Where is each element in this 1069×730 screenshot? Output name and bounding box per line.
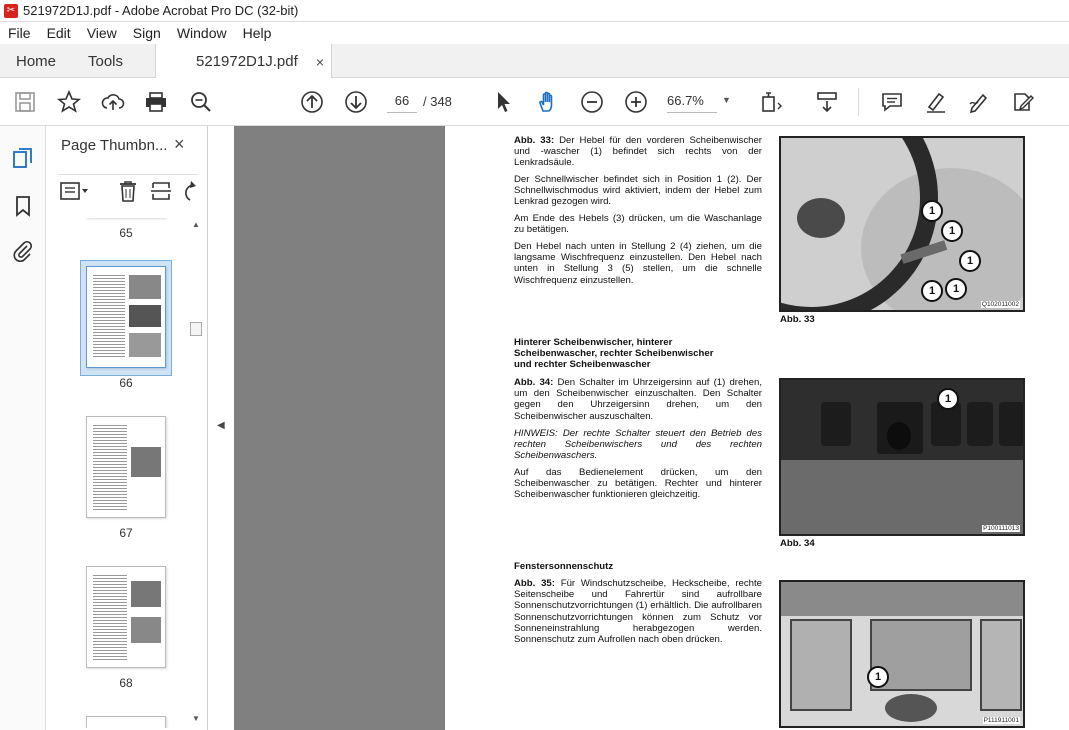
attachments-icon[interactable] (11, 239, 35, 263)
window-title: 521972D1J.pdf - Adobe Acrobat Pro DC (32… (23, 3, 299, 18)
thumbnail-scrollbar[interactable]: ▲ ▼ (189, 218, 203, 728)
acrobat-app-icon: ✂ (4, 3, 18, 18)
page-total: / 348 (423, 94, 452, 109)
tab-close-icon[interactable]: × (316, 54, 324, 70)
tab-document-label: 521972D1J.pdf (196, 53, 298, 70)
sign-icon[interactable] (967, 90, 991, 114)
thumbnail-label-68: 68 (119, 676, 133, 690)
thumbnail-page-69[interactable] (86, 716, 166, 728)
steering-wheel-illustration (781, 138, 1023, 310)
zoom-dropdown-icon[interactable]: ▼ (722, 95, 731, 105)
thumbnail-page-68[interactable] (86, 566, 166, 668)
thumbnail-page-67[interactable] (86, 416, 166, 518)
panel-close-icon[interactable]: × (174, 134, 185, 155)
page-up-icon[interactable] (300, 90, 324, 114)
title-bar: ✂ 521972D1J.pdf - Adobe Acrobat Pro DC (… (0, 0, 1069, 22)
abb33-paragraph-1: Abb. 33: Der Hebel für den vorderen Sche… (514, 135, 762, 169)
document-viewer[interactable]: Abb. 33: Der Hebel für den vorderen Sche… (234, 126, 1069, 730)
tab-home[interactable]: Home (16, 44, 56, 78)
figure-abb35-photo: 1 P111911001 (779, 580, 1025, 728)
thumbnail-label-65: 65 (119, 226, 133, 240)
abb33-paragraph-4: Den Hebel nach unten in Stellung 2 (4) z… (514, 241, 762, 286)
hinweis-note: HINWEIS: Der rechte Schalter steuert den… (514, 428, 762, 462)
menu-sign[interactable]: Sign (125, 25, 169, 41)
panel-toolbar (58, 174, 198, 202)
figure-abb34-code: P100111013 (982, 525, 1020, 532)
callout-1-sunshade: 1 (867, 666, 889, 688)
figure-abb33-photo: 1 1 1 1 1 Q102011002 (779, 136, 1025, 312)
collapse-panel-icon[interactable]: ◀ (217, 420, 225, 431)
left-nav-rail (0, 126, 46, 730)
figure-abb34-photo: 1 P100111013 (779, 378, 1025, 536)
switch-panel-illustration (781, 380, 1023, 534)
section-sunshade-heading: Fenstersonnenschutz (514, 561, 614, 572)
menu-bar: File Edit View Sign Window Help (0, 22, 1069, 44)
tab-bar: Home Tools 521972D1J.pdf × (0, 44, 1069, 79)
menu-help[interactable]: Help (235, 25, 280, 41)
abb34-paragraph-1: Abb. 34: Den Schalter im Uhrzeigersinn a… (514, 377, 762, 422)
comment-icon[interactable] (880, 90, 904, 114)
hand-icon[interactable] (536, 90, 560, 114)
extract-page-icon[interactable] (150, 180, 172, 207)
scrollbar-thumb[interactable] (190, 322, 202, 336)
abb34-paragraph-2: Auf das Bedienelement drücken, um den Sc… (514, 467, 762, 501)
thumbnail-options-icon[interactable] (60, 181, 90, 206)
callout-1e: 1 (945, 278, 967, 300)
abb33-paragraph-2: Der Schnellwischer befindet sich in Posi… (514, 174, 762, 208)
menu-window[interactable]: Window (169, 25, 235, 41)
bookmark-star-icon[interactable] (56, 89, 82, 114)
page-fit-icon[interactable] (760, 90, 784, 114)
menu-view[interactable]: View (79, 25, 125, 41)
upload-icon[interactable] (101, 90, 125, 114)
thumbnail-label-66: 66 (119, 376, 133, 390)
callout-1b: 1 (941, 220, 963, 242)
zoom-out-icon[interactable] (580, 90, 604, 114)
page-down-icon[interactable] (344, 90, 368, 114)
save-icon[interactable] (13, 90, 37, 114)
thumbnail-list: 65 66 67 68 (46, 218, 196, 728)
bookmarks-icon[interactable] (11, 194, 35, 218)
callout-1a: 1 (921, 200, 943, 222)
cab-sunshade-illustration (781, 582, 1023, 726)
toolbar-divider (858, 88, 859, 116)
print-icon[interactable] (144, 90, 168, 114)
zoom-level-input[interactable] (667, 89, 717, 113)
zoom-in-icon[interactable] (624, 90, 648, 114)
pdf-page: Abb. 33: Der Hebel für den vorderen Sche… (445, 126, 1069, 730)
select-cursor-icon[interactable] (492, 90, 516, 114)
panel-collapse-strip[interactable]: ◀ (208, 126, 234, 730)
abb33-paragraph-3: Am Ende des Hebels (3) drücken, um die W… (514, 213, 762, 236)
thumbnail-label-67: 67 (119, 526, 133, 540)
callout-1c: 1 (959, 250, 981, 272)
scroll-mode-icon[interactable] (815, 90, 839, 114)
figure-abb33-caption: Abb. 33 (780, 314, 815, 325)
menu-edit[interactable]: Edit (39, 25, 79, 41)
figure-abb35-code: P111911001 (982, 717, 1020, 724)
delete-page-icon[interactable] (118, 180, 138, 207)
section-rear-wiper-heading: Hinterer Scheibenwischer, hinterer Schei… (514, 337, 714, 371)
rotate-page-icon[interactable] (182, 180, 196, 207)
thumbnail-page-66[interactable] (86, 266, 166, 368)
callout-1d: 1 (921, 280, 943, 302)
abb35-paragraph-1: Abb. 35: Für Windschutzscheibe, Hecksche… (514, 578, 762, 646)
figure-abb33-code: Q102011002 (980, 301, 1020, 308)
thumbnail-panel: Page Thumbn... × 65 66 67 68 ▲ ▼ (46, 126, 208, 730)
zoom-search-icon[interactable] (189, 90, 213, 114)
tab-tools[interactable]: Tools (88, 44, 123, 78)
figure-abb34-caption: Abb. 34 (780, 538, 815, 549)
page-number-input[interactable] (387, 89, 417, 113)
callout-1-switch: 1 (937, 388, 959, 410)
menu-file[interactable]: File (0, 25, 39, 41)
highlight-icon[interactable] (924, 90, 948, 114)
toolbar: / 348 ▼ (0, 78, 1069, 126)
panel-title: Page Thumbn... (61, 137, 168, 154)
page-thumbnails-icon[interactable] (11, 146, 35, 170)
fill-sign-icon[interactable] (1011, 90, 1035, 114)
tab-document[interactable]: 521972D1J.pdf × (155, 44, 332, 79)
